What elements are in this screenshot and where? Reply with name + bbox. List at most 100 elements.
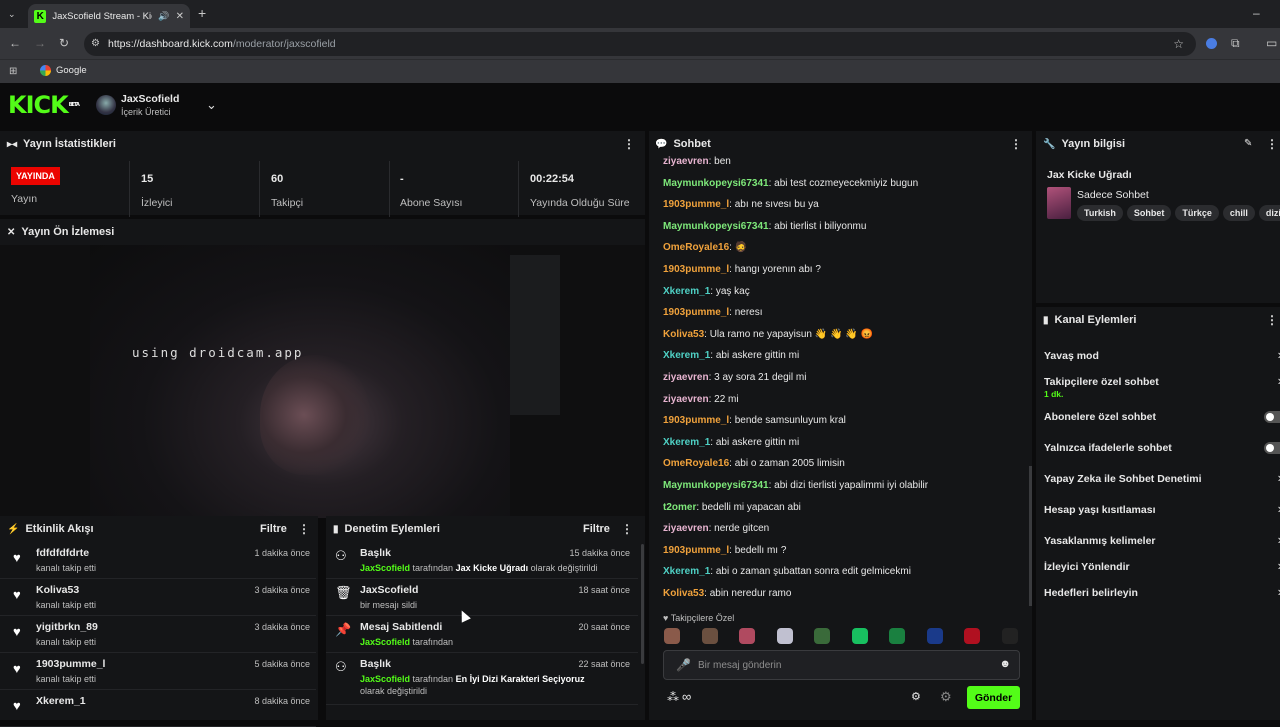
channel-action-row[interactable]: Takipçilere özel sohbet1 dk.› — [1036, 373, 1280, 399]
chat-username[interactable]: Xkerem_1 — [663, 566, 710, 577]
kick-logo[interactable]: KICKBETA — [8, 93, 80, 117]
emote-icon[interactable] — [664, 628, 680, 644]
moderation-actor[interactable]: JaxScofield — [360, 637, 410, 647]
chat-menu-icon[interactable]: ⋮ — [1010, 131, 1022, 157]
emote-icon[interactable] — [964, 628, 980, 644]
moderation-row[interactable]: ⚇ Başlık JaxScofield tarafından En İyi Diz… — [326, 653, 638, 705]
kick-points-icon[interactable]: ⁂ — [667, 690, 679, 704]
chat-username[interactable]: Koliva53 — [663, 588, 704, 599]
chat-message[interactable]: 1903pumme_l: hangı yorenın abı ? — [663, 264, 821, 275]
channel-action-row[interactable]: Yalnızca ifadelerle sohbet — [1036, 442, 1280, 464]
channel-action-row[interactable]: Hesap yaşı kısıtlaması› — [1036, 501, 1280, 526]
tag-chip[interactable]: dizi — [1258, 205, 1280, 221]
activity-user[interactable]: Koliva53 — [36, 584, 79, 596]
moderation-row[interactable]: ⚇ Başlık JaxScofield tarafından Jax Kicke … — [326, 542, 638, 579]
channel-switch-chevron-icon[interactable]: ⌄ — [206, 97, 217, 113]
activity-row[interactable]: ♥ fdfdfdfdrte kanalı takip etti 1 dakika ön… — [0, 542, 316, 579]
emote-icon[interactable] — [889, 628, 905, 644]
chat-message[interactable]: Koliva53: abin neredur ramo — [663, 588, 791, 599]
channel-action-row[interactable]: İzleyici Yönlendir› — [1036, 558, 1280, 583]
chat-username[interactable]: OmeRoyale16 — [663, 242, 729, 253]
side-panel-icon[interactable]: ▭ — [1266, 37, 1277, 49]
chat-username[interactable]: ziyaevren — [663, 394, 709, 405]
chat-message[interactable]: Xkerem_1: abi o zaman şubattan sonra edi… — [663, 566, 911, 577]
chat-message[interactable]: 1903pumme_l: bende samsunluyum kral — [663, 415, 846, 426]
emoji-picker-icon[interactable]: ☻ — [999, 658, 1011, 670]
tag-chip[interactable]: Sohbet — [1126, 205, 1172, 221]
back-icon[interactable]: ← — [9, 37, 21, 49]
chat-message[interactable]: Koliva53: Ula ramo ne yapayisun 👋 👋 👋 😡 — [663, 329, 873, 340]
chat-message[interactable]: ziyaevren: ben — [663, 156, 731, 167]
chat-message[interactable]: OmeRoyale16: abi o zaman 2005 limisin — [663, 458, 845, 469]
chat-message[interactable]: ziyaevren: nerde gitcen — [663, 523, 769, 534]
chat-username[interactable]: Xkerem_1 — [663, 350, 710, 361]
channel-action-row[interactable]: Yavaş mod› — [1036, 347, 1280, 372]
activity-user[interactable]: 1903pumme_l — [36, 658, 105, 670]
channel-action-row[interactable]: Yasaklanmış kelimeler› — [1036, 532, 1280, 557]
chat-message[interactable]: Maymunkopeysi67341: abi dizi tierlisti y… — [663, 480, 928, 491]
stream-video[interactable]: using droidcam.app — [90, 245, 560, 518]
chat-mod-settings-icon[interactable]: ⚙ — [940, 689, 952, 705]
chat-username[interactable]: Maymunkopeysi67341 — [663, 480, 769, 491]
moderation-actor[interactable]: JaxScofield — [360, 674, 410, 684]
activity-user[interactable]: fdfdfdfdrte — [36, 547, 89, 559]
chat-message[interactable]: Xkerem_1: abi askere gittin mi — [663, 350, 799, 361]
speaker-icon[interactable]: 🔊 — [158, 11, 169, 22]
site-info-icon[interactable]: ⚙ — [91, 38, 100, 50]
chat-username[interactable]: 1903pumme_l — [663, 415, 729, 426]
moderation-row[interactable]: 🗑 JaxScofield bir mesajı sildi 18 saat önce — [326, 579, 638, 616]
chat-scrollbar[interactable] — [1029, 466, 1032, 606]
minimize-icon[interactable]: – — [1253, 7, 1260, 19]
channel-action-row[interactable]: Abonelere özel sohbet — [1036, 411, 1280, 433]
chat-username[interactable]: ziyaevren — [663, 156, 709, 167]
toggle-switch[interactable] — [1264, 442, 1280, 454]
moderation-filter-button[interactable]: Filtre — [583, 516, 610, 542]
chat-username[interactable]: Xkerem_1 — [663, 286, 710, 297]
moderation-scrollbar[interactable] — [641, 544, 644, 664]
activity-user[interactable]: yigitbrkn_89 — [36, 621, 98, 633]
activity-row[interactable]: ♥ 1903pumme_l kanalı takip etti 5 dakika ön… — [0, 653, 316, 690]
channel-action-row[interactable]: Yapay Zeka ile Sohbet Denetimi› — [1036, 470, 1280, 495]
stats-menu-icon[interactable]: ⋮ — [623, 131, 635, 157]
chat-username[interactable]: OmeRoyale16 — [663, 458, 729, 469]
reload-icon[interactable]: ↻ — [59, 37, 69, 49]
chat-message[interactable]: Xkerem_1: abi askere gittin mi — [663, 437, 799, 448]
category-thumbnail[interactable] — [1047, 187, 1071, 219]
chat-username[interactable]: Maymunkopeysi67341 — [663, 178, 769, 189]
mic-icon[interactable]: 🎤 — [676, 658, 691, 672]
channel-actions-menu-icon[interactable]: ⋮ — [1266, 307, 1278, 333]
emote-icon[interactable] — [739, 628, 755, 644]
chat-message[interactable]: ziyaevren: 22 mi — [663, 394, 739, 405]
chat-settings-icon[interactable]: ⚙ — [911, 690, 921, 703]
tab-search-icon[interactable]: ⌄ — [8, 8, 16, 20]
chat-message[interactable]: Maymunkopeysi67341: abi tierlist i biliy… — [663, 221, 866, 232]
emote-icon[interactable] — [814, 628, 830, 644]
url-field[interactable]: ⚙ https://dashboard.kick.com/moderator/j… — [84, 32, 1196, 56]
chat-message[interactable]: 1903pumme_l: neresı — [663, 307, 763, 318]
new-tab-icon[interactable]: + — [198, 6, 206, 20]
tag-chip[interactable]: chill — [1222, 205, 1255, 221]
chat-username[interactable]: 1903pumme_l — [663, 199, 729, 210]
tab-close-icon[interactable]: ✕ — [176, 11, 184, 22]
activity-row[interactable]: ♥ Koliva53 kanalı takip etti 3 dakika önce — [0, 579, 316, 616]
chat-username[interactable]: Koliva53 — [663, 329, 704, 340]
chat-message[interactable]: Maymunkopeysi67341: abi test cozmeyecekm… — [663, 178, 918, 189]
emote-icon[interactable] — [701, 628, 718, 644]
activity-row[interactable]: ♥ yigitbrkn_89 kanalı takip etti 3 dakika ö… — [0, 616, 316, 653]
chat-message[interactable]: ziyaevren: 3 ay sora 21 degil mi — [663, 372, 806, 383]
extension-icon[interactable] — [1206, 38, 1217, 49]
edit-pencil-icon[interactable]: ✎ — [1244, 138, 1252, 149]
emote-icon[interactable] — [851, 628, 868, 644]
activity-menu-icon[interactable]: ⋮ — [298, 516, 310, 542]
chat-username[interactable]: Xkerem_1 — [663, 437, 710, 448]
forward-icon[interactable]: → — [34, 37, 46, 49]
chat-username[interactable]: ziyaevren — [663, 372, 709, 383]
chat-username[interactable]: 1903pumme_l — [663, 264, 729, 275]
chat-username[interactable]: 1903pumme_l — [663, 307, 729, 318]
stream-info-menu-icon[interactable]: ⋮ — [1266, 131, 1278, 157]
apps-grid-icon[interactable]: ⊞ — [9, 66, 17, 78]
emote-icon[interactable] — [1001, 628, 1018, 644]
moderation-actor[interactable]: JaxScofield — [360, 563, 410, 573]
browser-tab[interactable]: K JaxScofield Stream - Kick Da 🔊 ✕ — [28, 4, 190, 28]
chat-message[interactable]: 1903pumme_l: bedellı mı ? — [663, 545, 786, 556]
